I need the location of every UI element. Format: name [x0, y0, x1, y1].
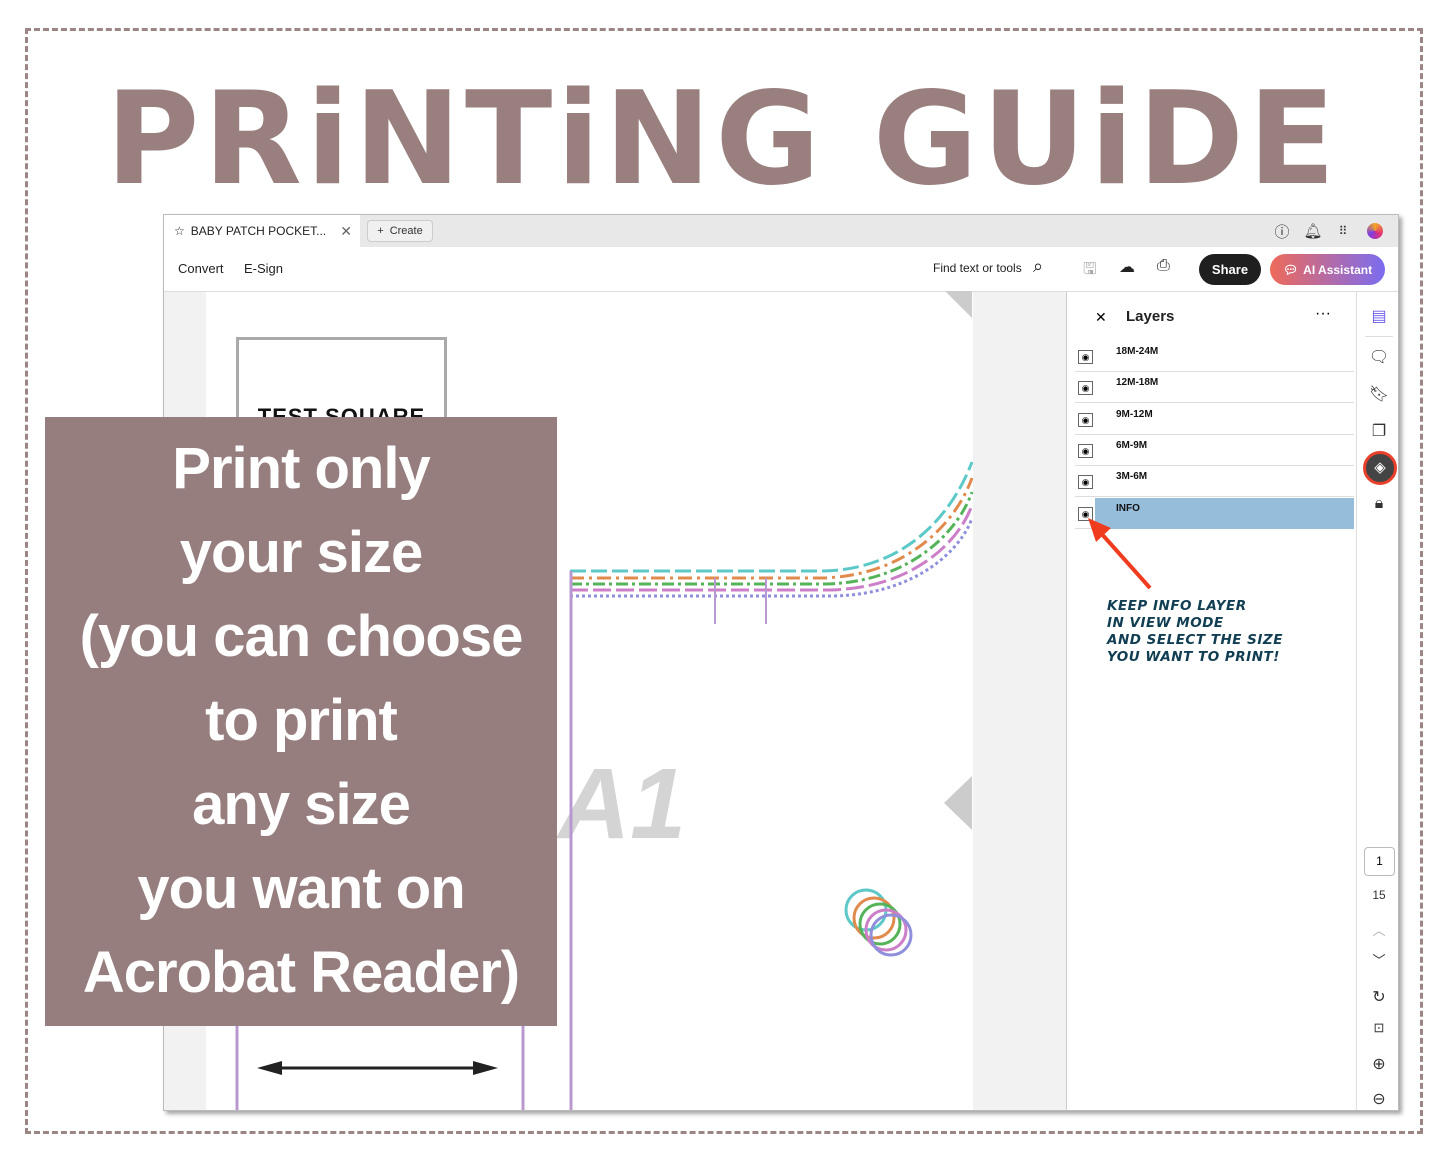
- notch-marker: [944, 776, 972, 830]
- overlay-line: your size: [179, 520, 423, 585]
- overlay-line: Acrobat Reader): [82, 940, 520, 1005]
- note-line: KEEP INFO LAYER: [1107, 598, 1247, 614]
- size-line-12m-18m: [570, 477, 974, 580]
- overlay-line: you want on: [137, 856, 465, 921]
- instruction-note: KEEP INFO LAYER IN VIEW MODE AND SELECT TH…: [1107, 598, 1283, 666]
- note-line: IN VIEW MODE: [1107, 615, 1224, 631]
- overlay-line: to print: [205, 688, 398, 753]
- note-line: YOU WANT TO PRINT!: [1107, 649, 1280, 665]
- note-line: AND SELECT THE SIZE: [1107, 632, 1283, 648]
- red-arrow: [1098, 530, 1152, 590]
- overlay-line: any size: [192, 772, 411, 837]
- overlay-line: (you can choose: [79, 604, 524, 669]
- corner-marker: [945, 291, 972, 318]
- size-line-18m-24m: [570, 461, 974, 573]
- overlay-line: Print only: [172, 436, 430, 501]
- instruction-box: Print only your size (you can choose to pri…: [45, 417, 557, 1026]
